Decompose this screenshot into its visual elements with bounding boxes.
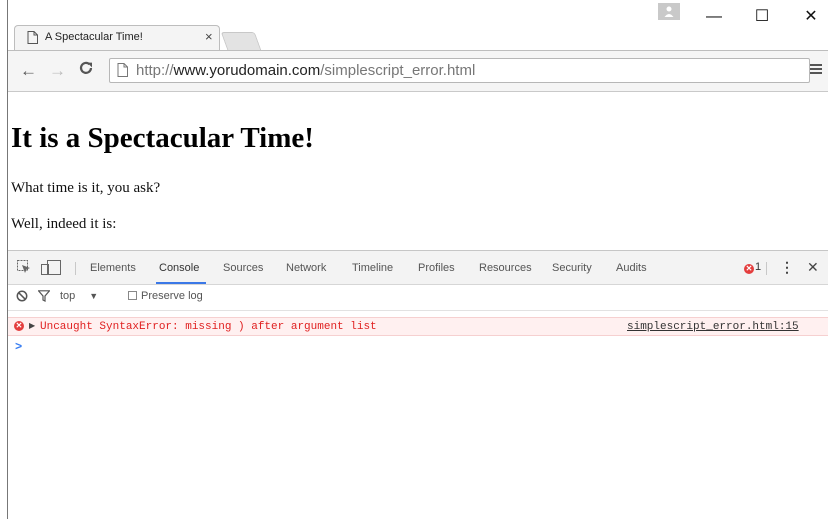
profile-icon[interactable] xyxy=(658,3,680,20)
device-mode-icon[interactable] xyxy=(41,260,63,280)
error-count: 1 xyxy=(755,261,762,273)
url-path: /simplescript_error.html xyxy=(320,62,476,79)
toolbar-divider-2 xyxy=(766,262,767,275)
tab-title: A Spectacular Time! xyxy=(45,31,143,43)
more-options-icon[interactable]: ⋮ xyxy=(780,259,794,276)
page-icon xyxy=(27,31,38,49)
url-scheme: http:// xyxy=(136,62,174,79)
console-output[interactable]: ✕ ▶ Uncaught SyntaxError: missing ) afte… xyxy=(8,311,828,520)
tab-profiles[interactable]: Profiles xyxy=(418,262,455,274)
url-host: www.yorudomain.com xyxy=(173,62,321,79)
tab-security[interactable]: Security xyxy=(552,262,592,274)
url-text: http://www.yorudomain.com/simplescript_e… xyxy=(136,62,475,79)
tab-audits[interactable]: Audits xyxy=(616,262,647,274)
browser-window: A Spectacular Time! × — ☐ ✕ ← → http://w… xyxy=(7,0,828,520)
address-toolbar: ← → http://www.yorudomain.com/simplescri… xyxy=(8,50,828,92)
preserve-log-label: Preserve log xyxy=(141,290,203,302)
context-value: top xyxy=(60,290,76,302)
chevron-down-icon: ▼ xyxy=(89,291,99,301)
minimize-button[interactable]: — xyxy=(700,6,728,28)
page-paragraph-2: Well, indeed it is: xyxy=(11,216,117,232)
forward-icon[interactable]: → xyxy=(49,61,66,81)
inspect-element-icon[interactable] xyxy=(17,260,31,279)
filter-icon[interactable] xyxy=(37,290,51,305)
context-selector[interactable]: top ▼ xyxy=(60,290,98,302)
close-devtools-icon[interactable]: ✕ xyxy=(807,259,819,276)
error-counter[interactable]: ✕ 1 xyxy=(744,261,761,274)
tab-elements[interactable]: Elements xyxy=(90,262,136,274)
web-page-content: It is a Spectacular Time! What time is i… xyxy=(8,92,828,250)
devtools-tab-bar: Elements Console Sources Network Timelin… xyxy=(8,251,828,285)
tab-network[interactable]: Network xyxy=(286,262,326,274)
browser-tab[interactable]: A Spectacular Time! × xyxy=(14,25,220,50)
error-source-link[interactable]: simplescript_error.html:15 xyxy=(627,321,799,333)
error-icon: ✕ xyxy=(744,264,754,274)
console-prompt-icon[interactable]: > xyxy=(15,340,22,354)
tab-resources[interactable]: Resources xyxy=(479,262,532,274)
tab-console[interactable]: Console xyxy=(159,262,199,274)
tab-timeline[interactable]: Timeline xyxy=(352,262,393,274)
toolbar-divider xyxy=(75,262,76,275)
console-error-row[interactable]: ✕ ▶ Uncaught SyntaxError: missing ) afte… xyxy=(8,317,828,336)
devtools-panel: Elements Console Sources Network Timelin… xyxy=(8,250,828,520)
address-bar[interactable]: http://www.yorudomain.com/simplescript_e… xyxy=(109,58,810,83)
console-filter-bar: top ▼ Preserve log xyxy=(8,285,828,311)
menu-icon[interactable] xyxy=(810,60,822,80)
close-window-button[interactable]: ✕ xyxy=(797,6,825,28)
page-heading: It is a Spectacular Time! xyxy=(11,122,314,154)
back-icon[interactable]: ← xyxy=(20,61,37,81)
new-tab-button[interactable] xyxy=(220,32,262,50)
expand-triangle-icon[interactable]: ▶ xyxy=(29,321,35,331)
tab-close-icon[interactable]: × xyxy=(205,29,213,44)
clear-console-icon[interactable] xyxy=(16,290,28,305)
error-message: Uncaught SyntaxError: missing ) after ar… xyxy=(40,321,377,333)
reload-icon[interactable] xyxy=(78,60,94,81)
preserve-log-option[interactable]: Preserve log xyxy=(128,290,203,302)
preserve-log-checkbox[interactable] xyxy=(128,291,137,300)
tab-sources[interactable]: Sources xyxy=(223,262,263,274)
maximize-button[interactable]: ☐ xyxy=(748,6,776,28)
page-paragraph-1: What time is it, you ask? xyxy=(11,180,161,196)
page-info-icon[interactable] xyxy=(117,63,128,82)
active-tab-indicator xyxy=(156,282,206,284)
error-circle-icon: ✕ xyxy=(14,321,24,331)
title-bar: A Spectacular Time! × — ☐ ✕ xyxy=(8,0,828,50)
